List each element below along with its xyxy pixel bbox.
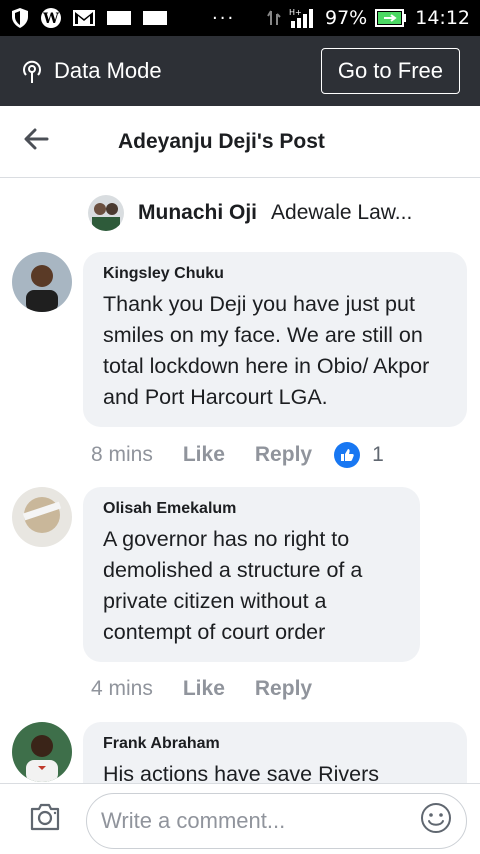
comment-bubble[interactable]: Kingsley Chuku Thank you Deji you have j…: [83, 252, 467, 427]
vibrate-icon: [267, 8, 281, 28]
broadcast-icon: [20, 58, 44, 84]
reply-button[interactable]: Reply: [255, 443, 312, 467]
message-icon: [142, 10, 168, 26]
comment-author[interactable]: Olisah Emekalum: [103, 500, 400, 518]
comment-actions: 4 mins Like Reply: [91, 677, 312, 701]
reply-button[interactable]: Reply: [255, 677, 312, 701]
comment-bubble[interactable]: Frank Abraham His actions have save Rive…: [83, 722, 467, 783]
like-button[interactable]: Like: [183, 677, 225, 701]
thumbs-up-icon[interactable]: [334, 442, 361, 468]
battery-icon: [375, 9, 407, 27]
camera-button[interactable]: [10, 784, 80, 854]
comments-feed[interactable]: Munachi Oji Adewale Law... Kingsley Chuk…: [0, 179, 480, 783]
comment-time[interactable]: 4 mins: [91, 677, 153, 701]
page-title: Adeyanju Deji's Post: [118, 129, 325, 153]
reply-snippet: Adewale Law...: [271, 201, 413, 224]
signal-icon: H+: [289, 7, 317, 29]
status-bar: W ··· H+ 97% 14:12: [0, 0, 480, 36]
data-mode-label: Data Mode: [54, 58, 162, 83]
comment-actions: 8 mins Like Reply 1: [91, 442, 384, 468]
reply-preview[interactable]: Munachi Oji Adewale Law...: [88, 195, 412, 231]
message-icon: [106, 10, 132, 26]
smiley-icon[interactable]: [420, 802, 452, 840]
comment-time[interactable]: 8 mins: [91, 443, 153, 467]
comment-text: A governor has no right to demolished a …: [103, 527, 363, 644]
more-notifications: ···: [212, 7, 236, 29]
comment-bubble[interactable]: Olisah Emekalum A governor has no right …: [83, 487, 420, 662]
comment-text: His actions have save Rivers: [103, 762, 380, 783]
go-to-free-button[interactable]: Go to Free: [320, 48, 460, 94]
clock: 14:12: [415, 7, 470, 29]
gmail-icon: [72, 8, 96, 28]
avatar[interactable]: [12, 252, 72, 312]
reaction-count[interactable]: 1: [372, 443, 384, 467]
data-mode-bar: Data Mode Go to Free: [0, 36, 480, 106]
comment-author[interactable]: Frank Abraham: [103, 735, 447, 753]
comment-author[interactable]: Kingsley Chuku: [103, 265, 447, 283]
avatar[interactable]: [88, 195, 124, 231]
reply-author[interactable]: Munachi Oji: [138, 201, 257, 225]
post-header: Adeyanju Deji's Post: [0, 106, 480, 178]
shield-icon: [10, 7, 30, 29]
comment-composer: Write a comment...: [0, 783, 480, 854]
like-button[interactable]: Like: [183, 443, 225, 467]
arrow-left-icon: [23, 128, 49, 155]
avatar[interactable]: [12, 487, 72, 547]
camera-icon: [28, 802, 62, 837]
comment-input[interactable]: Write a comment...: [86, 793, 467, 849]
svg-text:H+: H+: [289, 8, 302, 17]
svg-text:W: W: [42, 11, 59, 27]
battery-percent: 97%: [325, 7, 368, 29]
comment-placeholder: Write a comment...: [101, 808, 286, 833]
avatar[interactable]: [12, 722, 72, 782]
back-button[interactable]: [0, 106, 72, 178]
comment-text: Thank you Deji you have just put smiles …: [103, 292, 430, 409]
wordpress-icon: W: [40, 7, 62, 29]
